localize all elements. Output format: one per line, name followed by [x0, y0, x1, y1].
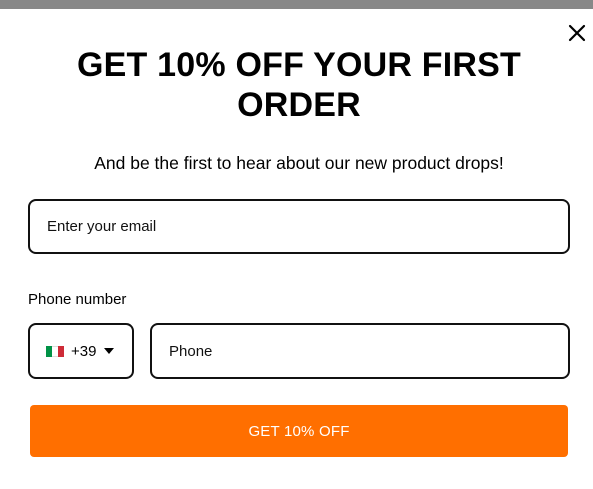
phone-input[interactable] [150, 323, 570, 379]
get-discount-button[interactable]: GET 10% OFF [30, 405, 568, 457]
italy-flag-icon [46, 345, 64, 357]
dial-code: +39 [71, 342, 97, 360]
popup-top-bar [0, 0, 593, 9]
signup-popup: GET 10% OFF YOUR FIRST ORDER And be the … [0, 0, 593, 489]
close-icon [568, 24, 586, 42]
popup-headline: GET 10% OFF YOUR FIRST ORDER [77, 46, 521, 124]
close-button[interactable] [566, 22, 588, 44]
phone-number-label: Phone number [28, 291, 127, 308]
email-input[interactable] [28, 199, 570, 254]
chevron-down-icon [104, 348, 115, 354]
country-code-select[interactable]: +39 [28, 323, 134, 379]
popup-subheadline: And be the first to hear about our new p… [94, 153, 504, 173]
